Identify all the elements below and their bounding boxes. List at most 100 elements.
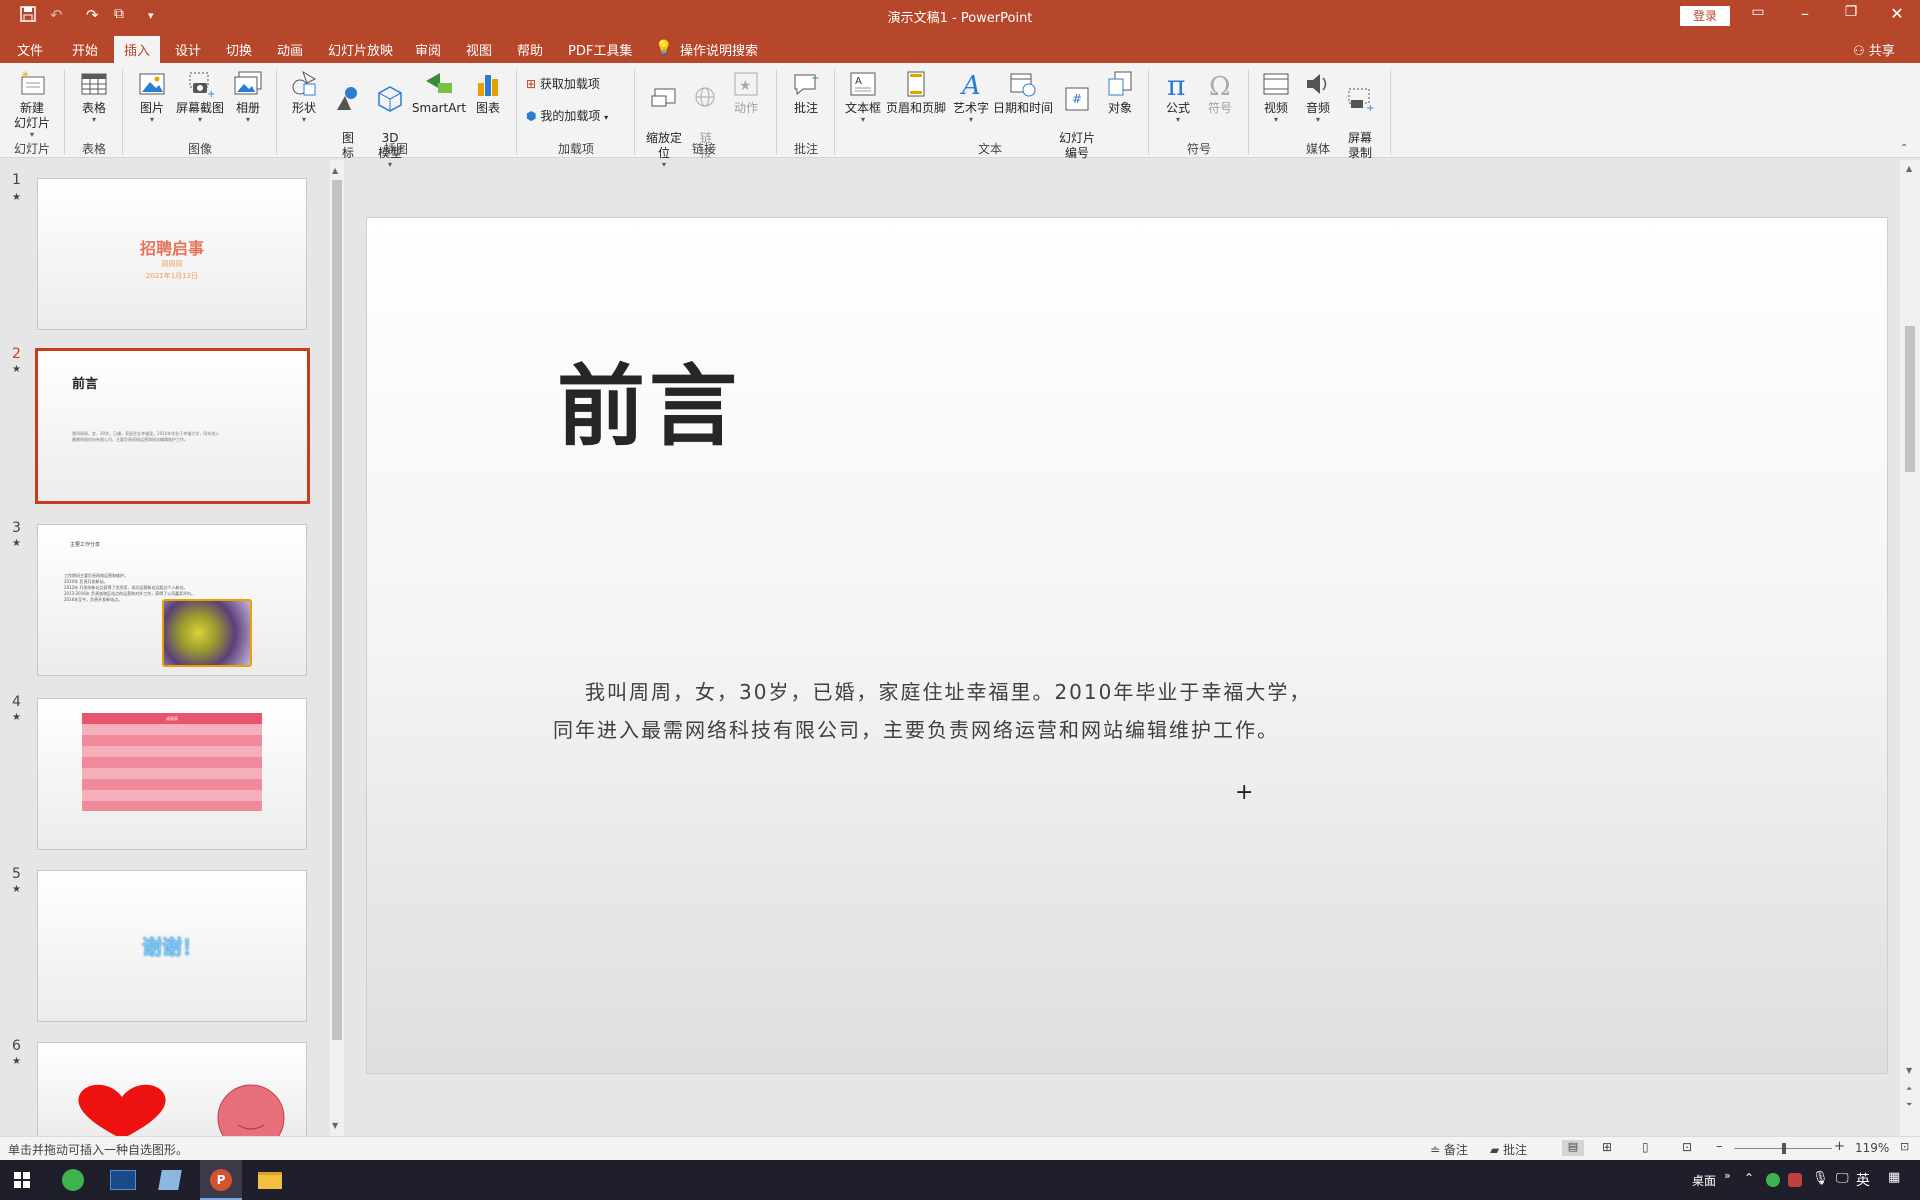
tab-review[interactable]: 审阅 (415, 40, 441, 59)
slide-thumbnail-1[interactable]: 招聘启事 周周周 2021年1月12日 (37, 178, 307, 330)
video-button[interactable]: 视频 ▾ (1256, 69, 1296, 124)
album-button[interactable]: 相册 ▾ (228, 69, 268, 124)
slide-scrollbar[interactable]: ▲ ▼ ⏶ ⏷ (1900, 160, 1920, 1136)
powerpoint-taskbar-button[interactable]: P (200, 1160, 242, 1200)
smartart-button[interactable]: SmartArt (410, 69, 468, 116)
table-button[interactable]: 表格 ▾ (74, 69, 114, 124)
group-divider (64, 69, 65, 155)
collapse-ribbon-icon[interactable]: ⌃ (1900, 143, 1908, 154)
chart-button[interactable]: 图表 (470, 69, 506, 116)
tab-help[interactable]: 帮助 (517, 40, 543, 59)
datetime-button[interactable]: 日期和时间 (992, 69, 1054, 116)
svg-text:A: A (855, 76, 862, 87)
textbox-button[interactable]: A 文本框 ▾ (842, 69, 884, 124)
my-addins-button[interactable]: ⬢ 我的加载项 ▾ (526, 109, 608, 125)
slideshow-view-icon[interactable]: ⊡ (1682, 1140, 1692, 1154)
slide-thumbnail-4[interactable]: 成绩表 (37, 698, 307, 850)
share-button[interactable]: ⚇ 共享 (1853, 40, 1895, 59)
tab-insert[interactable]: 插入 (114, 36, 161, 63)
ribbon-display-icon[interactable]: ▭ (1743, 4, 1773, 20)
screenshot-button[interactable]: + 屏幕截图 ▾ (172, 69, 228, 124)
speaker-icon (1307, 74, 1327, 94)
slide-thumbnail-pane: 1 ★ 招聘启事 周周周 2021年1月12日 2 ★ 前言 我叫周周，女，30… (0, 158, 330, 1136)
scrollbar-thumb[interactable] (332, 180, 342, 1040)
zoom-level[interactable]: 119% (1855, 1141, 1889, 1155)
previous-slide-icon[interactable]: ⏶ (1906, 1084, 1912, 1094)
zoom-button[interactable]: 缩放定 位 ▾ (642, 69, 686, 184)
slide-body-text[interactable]: 我叫周周，女，30岁，已婚，家庭住址幸福里。2010年毕业于幸福大学， 同年进入… (553, 673, 1423, 749)
browser-app-icon[interactable] (62, 1169, 84, 1191)
normal-view-icon[interactable]: ▤ (1562, 1140, 1584, 1156)
tray-app-icon-2[interactable] (1788, 1173, 1802, 1187)
tab-slideshow[interactable]: 幻灯片放映 (328, 40, 393, 59)
file-explorer-icon[interactable] (258, 1172, 282, 1189)
next-slide-icon[interactable]: ⏷ (1906, 1100, 1912, 1110)
scrollbar-thumb[interactable] (1905, 326, 1915, 472)
shapes-button[interactable]: 形状 ▾ (286, 69, 322, 124)
slide-thumbnail-2[interactable]: 前言 我叫周周，女，30岁，已婚，家庭住址幸福里。2010年毕业于幸福大学，同年… (35, 348, 310, 504)
animation-star-icon: ★ (12, 538, 21, 549)
thumbnail-scrollbar[interactable]: ▲ ▼ (330, 160, 344, 1136)
cube-icon (378, 86, 402, 112)
tab-pdf-tools[interactable]: PDF工具集 (568, 40, 632, 59)
notepad-app-icon[interactable] (158, 1170, 182, 1190)
new-slide-icon: ✳ (21, 70, 45, 95)
zoom-slider-thumb[interactable] (1782, 1143, 1786, 1154)
get-addins-button[interactable]: ⊞ 获取加载项 (526, 77, 600, 92)
smartart-icon (426, 73, 452, 93)
tray-app-icon[interactable] (1766, 1173, 1780, 1187)
notes-button[interactable]: ≐ 备注 (1430, 1141, 1468, 1158)
slide-thumbnail-6[interactable] (37, 1042, 307, 1136)
minimize-icon[interactable]: – (1790, 4, 1820, 23)
desktop-toolbar[interactable]: 桌面 (1692, 1172, 1716, 1189)
picture-button[interactable]: 图片 ▾ (132, 69, 172, 124)
header-footer-button[interactable]: 页眉和页脚 (884, 69, 948, 116)
comment-icon: + (794, 73, 819, 96)
scroll-down-icon[interactable]: ▼ (332, 1121, 338, 1130)
wordart-button[interactable]: A 艺术字 ▾ (950, 69, 992, 124)
input-method-indicator[interactable]: 英 (1856, 1170, 1870, 1190)
comment-button[interactable]: + 批注 (786, 69, 826, 116)
comments-button[interactable]: ▰ 批注 (1490, 1141, 1527, 1158)
scroll-up-icon[interactable]: ▲ (332, 166, 338, 175)
tab-home[interactable]: 开始 (72, 40, 98, 59)
tab-design[interactable]: 设计 (175, 40, 201, 59)
tab-animations[interactable]: 动画 (277, 40, 303, 59)
equation-button[interactable]: π 公式 ▾ (1158, 69, 1198, 124)
scroll-down-icon[interactable]: ▼ (1906, 1066, 1912, 1075)
slide-sorter-icon[interactable]: ⊞ (1602, 1140, 1612, 1154)
slide-title[interactable]: 前言 (557, 336, 741, 463)
scroll-up-icon[interactable]: ▲ (1906, 164, 1912, 173)
slide-thumbnail-3[interactable]: 主要工作分享 工作期间主要负责网络运营和维护。 2010年 负责开发新站。 20… (37, 524, 307, 676)
group-divider (1248, 69, 1249, 155)
zoom-slider[interactable] (1734, 1143, 1832, 1154)
restore-icon[interactable]: ❐ (1836, 4, 1866, 20)
new-slide-button[interactable]: ✳ 新建 幻灯片 ▾ (8, 69, 56, 139)
microphone-icon[interactable]: 🎙 (1812, 1171, 1829, 1186)
audio-button[interactable]: 音频 ▾ (1298, 69, 1338, 124)
animation-star-icon: ★ (12, 1056, 21, 1067)
login-button[interactable]: 登录 (1680, 6, 1730, 26)
animation-star-icon: ★ (12, 364, 21, 375)
tab-file[interactable]: 文件 (17, 40, 43, 59)
score-table: 成绩表 (82, 713, 262, 811)
zoom-in-icon[interactable]: + (1834, 1139, 1845, 1154)
close-icon[interactable]: ✕ (1882, 4, 1912, 23)
zoom-out-icon[interactable]: – (1716, 1139, 1723, 1154)
tell-me-search[interactable]: 操作说明搜索 (680, 40, 758, 59)
tab-transitions[interactable]: 切换 (226, 40, 252, 59)
tab-view[interactable]: 视图 (466, 40, 492, 59)
windows-start-icon[interactable] (14, 1172, 30, 1188)
slide-canvas[interactable]: 前言 我叫周周，女，30岁，已婚，家庭住址幸福里。2010年毕业于幸福大学， 同… (366, 217, 1888, 1074)
slide-thumbnail-5[interactable]: 谢谢！ (37, 870, 307, 1022)
3d-models-button[interactable]: 3D 模型 ▾ (370, 69, 410, 184)
group-divider (634, 69, 635, 155)
reading-view-icon[interactable]: ▯ (1642, 1140, 1649, 1154)
show-hidden-icons-icon[interactable]: ⌃ (1744, 1171, 1754, 1185)
fit-to-window-icon[interactable]: ⊡ (1900, 1140, 1909, 1153)
notification-icon[interactable]: ▦ (1888, 1170, 1900, 1185)
toolbar-expand-icon[interactable]: » (1724, 1169, 1731, 1182)
blue-app-icon[interactable] (110, 1170, 136, 1190)
network-icon[interactable]: 🖵 (1836, 1171, 1849, 1186)
object-button[interactable]: 对象 (1102, 69, 1138, 116)
